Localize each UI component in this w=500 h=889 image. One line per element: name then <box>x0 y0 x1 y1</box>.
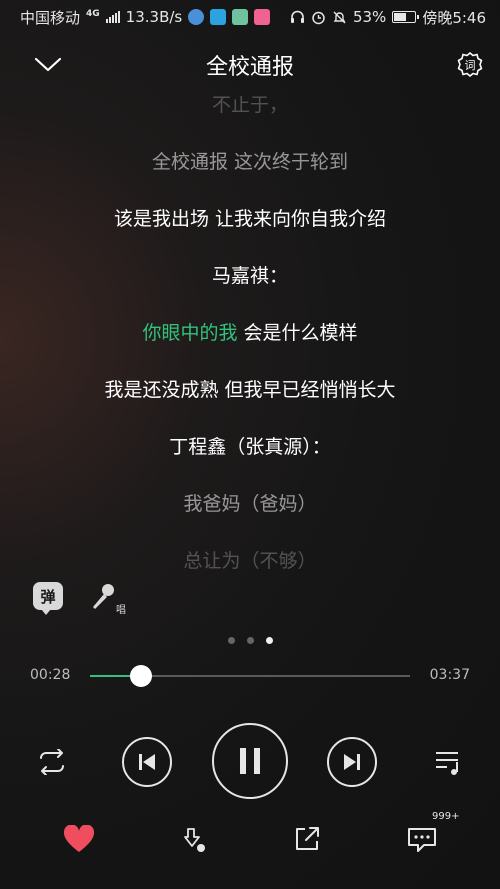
lyric-line: 我爸妈（爸妈） <box>183 493 317 515</box>
next-button[interactable] <box>327 737 377 787</box>
headphone-icon <box>290 10 304 23</box>
heart-icon <box>63 825 95 852</box>
battery-icon <box>392 11 420 23</box>
danmu-icon: 弹 <box>33 582 63 615</box>
chevron-down-icon <box>34 57 62 72</box>
total-time: 03:37 <box>429 667 470 683</box>
collapse-button[interactable] <box>32 49 64 81</box>
lyric-line: 马嘉祺： <box>211 265 288 287</box>
danmu-button[interactable]: 弹 <box>30 578 66 615</box>
lyric-line: 全校通报 这次终于轮到 <box>151 151 349 173</box>
progress-knob[interactable] <box>130 665 153 687</box>
progress-bar[interactable] <box>90 665 410 687</box>
lyric-line: 该是我出场 让我来向你自我介绍 <box>113 208 387 230</box>
playlist-button[interactable] <box>428 742 468 782</box>
page-title: 全校通报 <box>205 55 294 80</box>
pause-icon <box>240 748 260 774</box>
carrier-name: 中国移动 <box>20 8 81 27</box>
net-speed: 13.3B/s <box>125 8 183 26</box>
alarm-icon <box>312 11 325 24</box>
lyric-line: 总让为（不够） <box>183 550 317 570</box>
skip-previous-icon <box>139 754 155 770</box>
status-bar: 中国移动 4G 13.3B/s 53% 傍晚5:46 <box>0 0 500 34</box>
page-dot[interactable] <box>246 637 254 644</box>
comments-button[interactable]: 999+ <box>402 811 459 861</box>
current-time: 00:28 <box>30 667 71 683</box>
lyric-unsung-part: 会是什么模样 <box>237 322 358 344</box>
repeat-icon <box>40 749 64 775</box>
clock: 傍晚5:46 <box>422 8 486 27</box>
download-button[interactable] <box>173 817 213 861</box>
lyric-line: 我是还没成熟 但我早已经悄悄长大 <box>104 379 396 401</box>
mute-bell-icon <box>333 11 346 23</box>
battery-percent: 53% <box>352 8 387 26</box>
bottom-action-bar: 999+ <box>0 811 500 863</box>
bilibili-app-icon <box>254 9 271 25</box>
page-indicator <box>0 637 500 644</box>
share-button[interactable] <box>287 817 327 861</box>
browser-app-icon <box>188 9 205 25</box>
player-header: 全校通报 词 <box>0 38 500 92</box>
like-button[interactable] <box>59 817 99 861</box>
pause-button[interactable] <box>212 723 288 799</box>
signal-icon <box>105 11 120 23</box>
repeat-mode-button[interactable] <box>30 742 74 782</box>
sing-label: 唱 <box>116 605 126 616</box>
comment-icon <box>408 828 436 852</box>
app-notification-icon <box>232 9 249 25</box>
network-type: 4G <box>86 9 100 19</box>
lyric-sung-part: 你眼中的我 <box>142 322 238 344</box>
skip-next-icon <box>344 754 360 770</box>
previous-button[interactable] <box>122 737 172 787</box>
telegram-app-icon <box>210 9 227 25</box>
lyric-line: 不止于， <box>211 96 288 116</box>
page-dot[interactable] <box>227 637 235 644</box>
lyrics-gear-icon: 词 <box>457 52 483 77</box>
svg-text:词: 词 <box>465 59 476 72</box>
lyric-line: 丁程鑫（张真源）： <box>169 436 331 458</box>
sing-button[interactable]: 唱 <box>86 578 126 616</box>
page-dot-active[interactable] <box>265 637 273 644</box>
lyrics-settings-button[interactable]: 词 <box>454 49 486 81</box>
current-lyric-line: 你眼中的我 会是什么模样 <box>0 318 500 345</box>
download-icon <box>184 828 205 852</box>
share-icon <box>296 827 319 850</box>
lyrics-panel[interactable]: 不止于， 全校通报 这次终于轮到 该是我出场 让我来向你自我介绍 马嘉祺： 你眼… <box>0 96 500 570</box>
playlist-icon <box>436 752 458 775</box>
comment-count-badge: 999+ <box>432 811 460 822</box>
